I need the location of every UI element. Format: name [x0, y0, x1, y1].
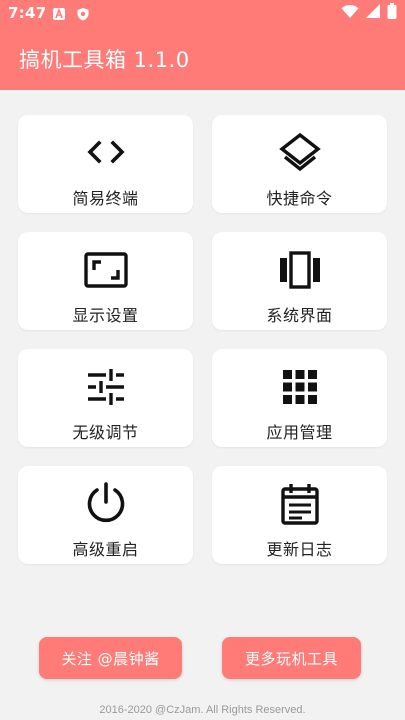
- terminal-card[interactable]: 简易终端: [18, 115, 193, 213]
- signal-icon: [365, 3, 381, 23]
- layers-icon: [276, 129, 324, 177]
- changelog-label: 更新日志: [266, 540, 333, 559]
- display-settings-label: 显示设置: [72, 306, 139, 325]
- app-bar: 搞机工具箱 1.1.0: [0, 28, 405, 90]
- calendar-log-icon: [276, 480, 324, 528]
- apps-grid-icon: [276, 363, 324, 411]
- display-settings-card[interactable]: 显示设置: [18, 232, 193, 330]
- tune-sliders-icon: [82, 363, 130, 411]
- aspect-ratio-icon: [82, 246, 130, 294]
- stepless-adjust-label: 无级调节: [72, 423, 139, 442]
- copyright-footer: 2016-2020 @CzJam. All Rights Reserved.: [99, 704, 306, 716]
- changelog-card[interactable]: 更新日志: [212, 466, 387, 564]
- power-icon: [82, 480, 130, 528]
- follow-author-button[interactable]: 关注 @晨钟酱: [39, 637, 182, 679]
- advanced-reboot-card[interactable]: 高级重启: [18, 466, 193, 564]
- code-brackets-icon: [82, 129, 130, 177]
- app-title: 搞机工具箱 1.1.0: [19, 48, 190, 72]
- system-ui-card[interactable]: 系统界面: [212, 232, 387, 330]
- quick-commands-card[interactable]: 快捷命令: [212, 115, 387, 213]
- quick-commands-label: 快捷命令: [266, 189, 333, 208]
- more-tools-button[interactable]: 更多玩机工具: [222, 637, 361, 679]
- status-time: 7:47: [8, 4, 47, 22]
- status-icons: [341, 3, 397, 23]
- view-carousel-icon: [276, 246, 324, 294]
- wifi-icon: [341, 3, 359, 23]
- terminal-label: 简易终端: [72, 189, 139, 208]
- app-manager-label: 应用管理: [266, 423, 333, 442]
- battery-icon: [387, 3, 397, 23]
- system-ui-label: 系统界面: [266, 306, 333, 325]
- shield-notification-icon: [76, 6, 90, 21]
- app-manager-card[interactable]: 应用管理: [212, 349, 387, 447]
- a-notification-icon: [52, 6, 66, 20]
- advanced-reboot-label: 高级重启: [72, 540, 139, 559]
- app-screen: 7:47 搞机工具箱 1.1.0 简易终端 快捷命令 显示设置 系统界面 无级调…: [0, 0, 405, 720]
- stepless-adjust-card[interactable]: 无级调节: [18, 349, 193, 447]
- status-bar: 7:47: [0, 0, 405, 28]
